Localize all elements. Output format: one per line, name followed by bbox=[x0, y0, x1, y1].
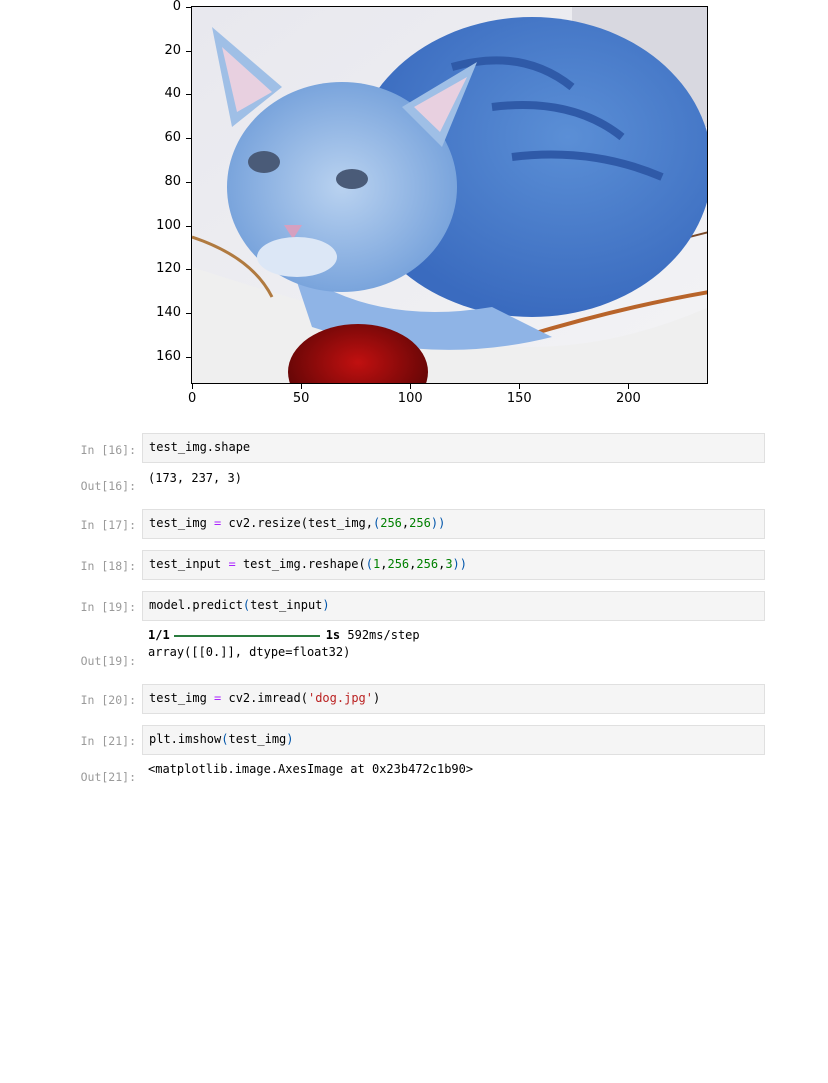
cell-19-in-prompt: In [19]: bbox=[80, 600, 136, 614]
cat-image bbox=[192, 7, 707, 383]
cell-19-input[interactable]: model.predict(test_input) bbox=[142, 591, 765, 621]
cell-17-code: test_img = cv2.resize(test_img,(256,256)… bbox=[149, 516, 446, 530]
y-tick-mark bbox=[186, 225, 191, 227]
y-tick-label: 100 bbox=[156, 217, 181, 233]
y-tick-label: 160 bbox=[156, 348, 181, 364]
x-tick-label: 50 bbox=[292, 391, 310, 406]
cell-16-in-prompt: In [16]: bbox=[80, 443, 136, 457]
x-tick-label: 200 bbox=[615, 391, 641, 406]
cell-16-out-prompt: Out[16]: bbox=[80, 479, 136, 493]
cell-18-code: test_input = test_img.reshape((1,256,256… bbox=[149, 557, 467, 571]
y-tick-mark bbox=[186, 138, 191, 140]
y-tick-mark bbox=[186, 312, 191, 314]
cell-20-in-prompt: In [20]: bbox=[80, 693, 136, 707]
x-tick-mark bbox=[519, 384, 521, 389]
x-tick-mark bbox=[192, 384, 194, 389]
x-tick-label: 0 bbox=[187, 391, 197, 406]
x-tick-mark bbox=[301, 384, 303, 389]
y-tick-mark bbox=[186, 181, 191, 183]
cell-21-in-prompt: In [21]: bbox=[80, 734, 136, 748]
cell-18-input[interactable]: test_input = test_img.reshape((1,256,256… bbox=[142, 550, 765, 580]
cell-20-code: test_img = cv2.imread('dog.jpg') bbox=[149, 691, 381, 705]
y-tick-mark bbox=[186, 7, 191, 9]
cell-16-output: (173, 237, 3) bbox=[148, 471, 242, 485]
y-tick-label: 140 bbox=[156, 304, 181, 320]
y-tick-label: 0 bbox=[172, 0, 181, 15]
y-tick-mark bbox=[186, 50, 191, 52]
cell-19-out-prompt: Out[19]: bbox=[80, 654, 136, 668]
y-tick-label: 80 bbox=[164, 173, 181, 189]
y-tick-label: 120 bbox=[156, 261, 181, 277]
y-tick-mark bbox=[186, 356, 191, 358]
cell-16-code: test_img.shape bbox=[149, 440, 251, 454]
cell-20-input[interactable]: test_img = cv2.imread('dog.jpg') bbox=[142, 684, 765, 714]
cell-18-in-prompt: In [18]: bbox=[80, 559, 136, 573]
cell-19-progress: 1/1 1s 592ms/step bbox=[148, 628, 420, 642]
x-tick-label: 150 bbox=[506, 391, 532, 406]
y-tick-mark bbox=[186, 94, 191, 96]
x-tick-mark bbox=[628, 384, 630, 389]
cell-19-output: array([[0.]], dtype=float32) bbox=[148, 645, 351, 659]
cell-16-input[interactable]: test_img.shape bbox=[142, 433, 765, 463]
cell-21-code: plt.imshow(test_img) bbox=[149, 732, 294, 746]
cell-21-input[interactable]: plt.imshow(test_img) bbox=[142, 725, 765, 755]
cell-17-input[interactable]: test_img = cv2.resize(test_img,(256,256)… bbox=[142, 509, 765, 539]
plot-image-axes bbox=[191, 6, 708, 384]
y-tick-label: 60 bbox=[164, 130, 181, 146]
cell-21-output: <matplotlib.image.AxesImage at 0x23b472c… bbox=[148, 762, 474, 776]
y-tick-mark bbox=[186, 269, 191, 271]
progress-bar bbox=[173, 634, 320, 637]
cell-17-in-prompt: In [17]: bbox=[80, 518, 136, 532]
x-tick-mark bbox=[410, 384, 412, 389]
y-tick-label: 20 bbox=[164, 42, 181, 58]
cell-21-out-prompt: Out[21]: bbox=[80, 770, 136, 784]
y-tick-label: 40 bbox=[164, 86, 181, 102]
cell-19-code: model.predict(test_input) bbox=[149, 598, 330, 612]
x-tick-label: 100 bbox=[397, 391, 423, 406]
